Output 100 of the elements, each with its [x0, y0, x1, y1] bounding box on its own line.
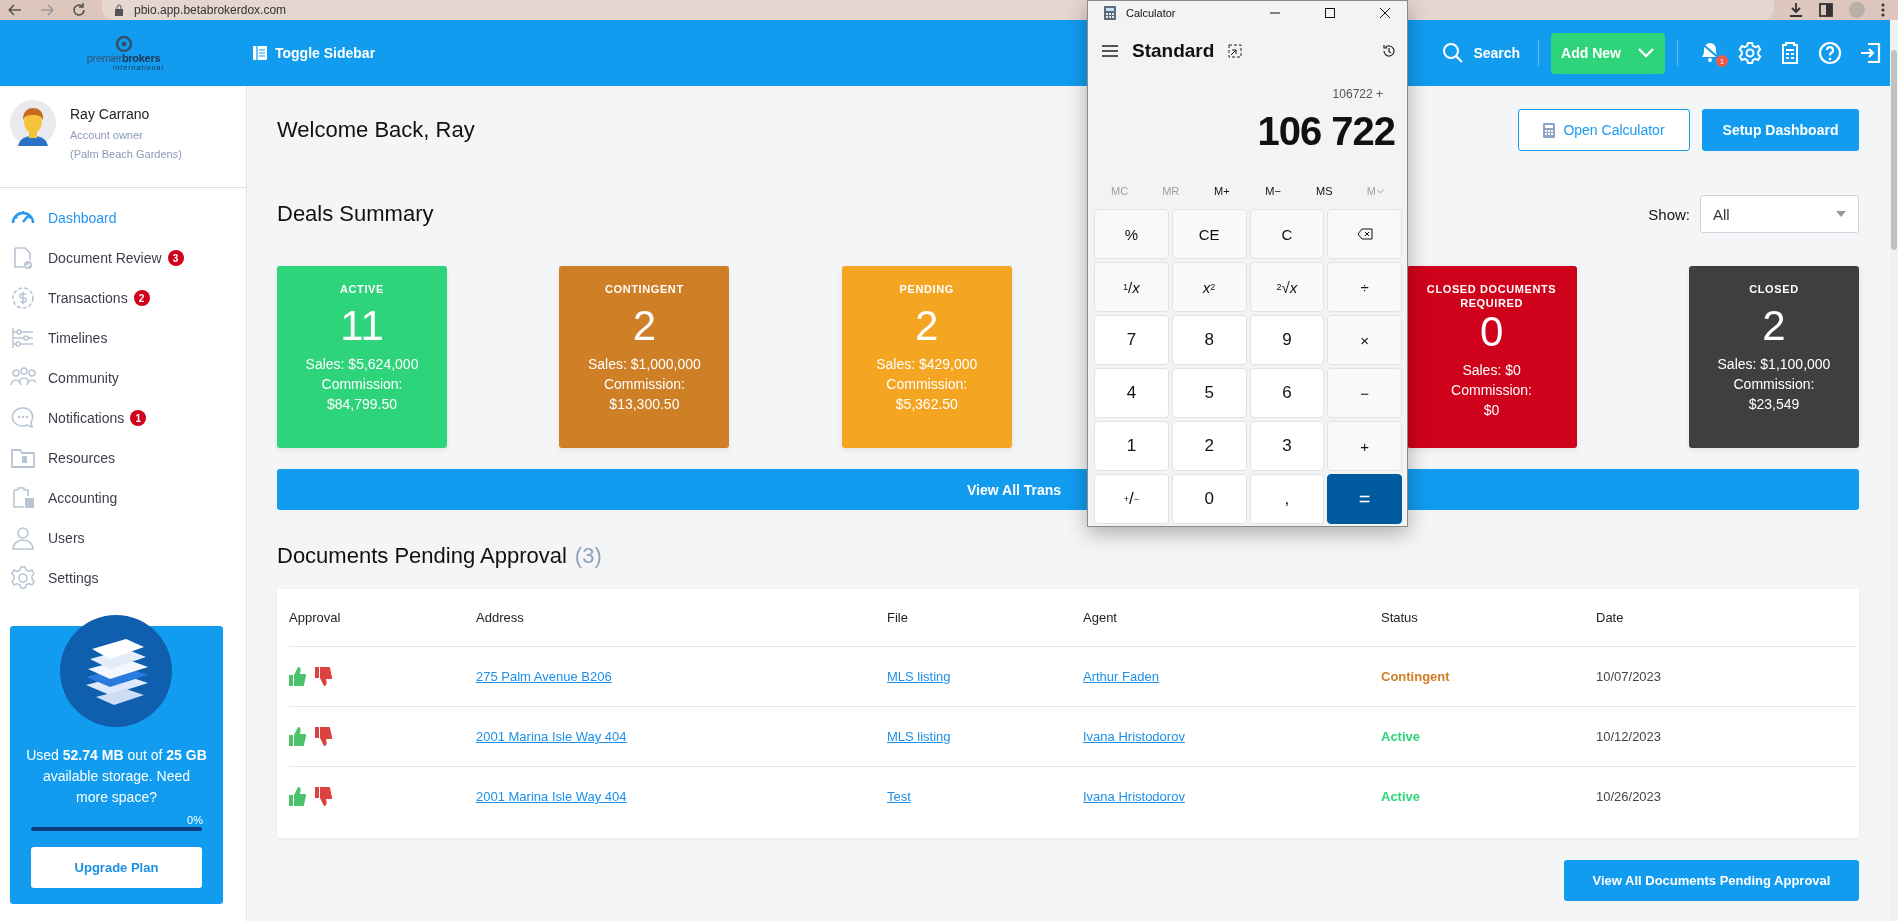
- calc-key[interactable]: CE: [1171, 209, 1247, 259]
- user-icon: [10, 525, 36, 551]
- calc-key[interactable]: −: [1327, 368, 1402, 418]
- calc-key[interactable]: C: [1249, 209, 1325, 259]
- file-link[interactable]: MLS listing: [887, 729, 951, 744]
- status-text: Contingent: [1381, 669, 1451, 684]
- thumbs-down-icon[interactable]: [315, 787, 332, 806]
- card-count: 2: [915, 301, 939, 351]
- calc-key[interactable]: 4: [1094, 368, 1169, 418]
- thumbs-up-icon[interactable]: [289, 727, 306, 746]
- backspace-icon: [1356, 228, 1373, 240]
- table-cell-text: 10/07/2023: [1596, 669, 1663, 684]
- chat-icon: [10, 405, 36, 431]
- menu-icon[interactable]: [1880, 2, 1886, 18]
- sidebar-item[interactable]: Transactions 2: [10, 285, 246, 311]
- address-link[interactable]: 275 Palm Avenue B206: [476, 669, 612, 684]
- memory-button[interactable]: M−: [1247, 175, 1299, 207]
- calc-key[interactable]: x$^{2}$: [1171, 262, 1247, 312]
- column-header: Address: [476, 610, 525, 625]
- file-link[interactable]: MLS listing: [887, 669, 951, 684]
- deal-card[interactable]: CLOSED 2 Sales: $1,100,000 Commission: $23,549: [1688, 266, 1859, 448]
- address-link[interactable]: 2001 Marina Isle Way 404: [476, 729, 627, 744]
- deal-card[interactable]: CLOSED DOCUMENTS REQUIRED 0 Sales: $0 Commission: $0: [1406, 266, 1577, 448]
- reload-icon[interactable]: [70, 1, 88, 19]
- memory-button[interactable]: M+: [1196, 175, 1248, 207]
- card-count: 11: [340, 301, 384, 351]
- show-select[interactable]: All: [1700, 195, 1859, 233]
- logo-icon: [113, 35, 134, 53]
- card-line: $23,549: [1748, 395, 1800, 414]
- calc-key[interactable]: ÷: [1327, 262, 1402, 312]
- column-header: File: [887, 610, 909, 625]
- download-icon[interactable]: [1788, 2, 1804, 18]
- calculator-icon: [1104, 6, 1116, 20]
- keep-on-top-button[interactable]: [1228, 44, 1243, 58]
- help-button[interactable]: [1818, 41, 1842, 65]
- calc-key[interactable]: 7: [1094, 315, 1169, 365]
- menu-button[interactable]: [1102, 45, 1118, 57]
- scrollbar-thumb[interactable]: [1891, 50, 1897, 250]
- calc-key[interactable]: 8: [1171, 315, 1247, 365]
- history-button[interactable]: [1381, 43, 1397, 59]
- help-icon: [1818, 41, 1842, 65]
- keep-on-top-icon: [1228, 44, 1243, 58]
- status-text: Active: [1381, 789, 1422, 804]
- calc-key[interactable]: 9: [1249, 315, 1325, 365]
- storage-text: Used 52.74 MB out of 25 GB available storage. Need more space?: [25, 746, 208, 807]
- calc-key[interactable]: %: [1094, 209, 1169, 259]
- calc-key[interactable]: +: [1327, 421, 1402, 471]
- panel-icon[interactable]: [1818, 2, 1834, 18]
- count-badge: 1: [130, 410, 147, 426]
- sidebar-item[interactable]: Document Review 3: [10, 245, 246, 271]
- mode-title: Standard: [1132, 40, 1215, 62]
- card-line: Commission:: [603, 375, 685, 394]
- sidebar-item[interactable]: Users: [10, 525, 246, 551]
- thumbs-up-icon[interactable]: [289, 667, 306, 686]
- sidebar-item[interactable]: Notifications 1: [10, 405, 246, 431]
- thumbs-down-icon[interactable]: [315, 667, 332, 686]
- sidebar-item[interactable]: Resources: [10, 445, 246, 471]
- thumbs-up-icon[interactable]: [289, 787, 306, 806]
- card-title: CLOSED: [1748, 282, 1800, 296]
- calc-key[interactable]: $^{2}$√x: [1249, 262, 1325, 312]
- chevron-down-icon: [1637, 47, 1655, 59]
- card-title: CONTINGENT: [604, 282, 685, 296]
- address-link[interactable]: 2001 Marina Isle Way 404: [476, 789, 627, 804]
- sidebar-item[interactable]: Accounting: [10, 485, 246, 511]
- card-count: 2: [1762, 301, 1786, 351]
- calc-key[interactable]: 0: [1171, 474, 1247, 524]
- calc-key[interactable]: =: [1327, 474, 1402, 524]
- sidebar-item[interactable]: Settings: [10, 565, 246, 591]
- card-title: CLOSED DOCUMENTS REQUIRED: [1425, 282, 1558, 310]
- calc-key[interactable]: $^{1}$/x: [1094, 262, 1169, 312]
- settings-icon: [10, 565, 36, 591]
- backspace-button[interactable]: [1327, 209, 1402, 259]
- agent-link[interactable]: Ivana Hristodorov: [1083, 789, 1185, 804]
- card-line: Sales: $5,624,000: [305, 355, 419, 374]
- card-line: $5,362.50: [895, 395, 958, 414]
- memory-button[interactable]: MS: [1298, 175, 1350, 207]
- calc-key[interactable]: ×: [1327, 315, 1402, 365]
- sidebar-item[interactable]: Community: [10, 365, 246, 391]
- caret-icon: [1836, 211, 1846, 217]
- agent-link[interactable]: Ivana Hristodorov: [1083, 729, 1185, 744]
- calc-key[interactable]: 6: [1249, 368, 1325, 418]
- section-heading: Documents Pending Approval: [277, 543, 567, 569]
- logout-button[interactable]: [1858, 41, 1882, 65]
- dollar-icon: [10, 285, 36, 311]
- result-display: 106 722: [1256, 108, 1396, 155]
- calc-key[interactable]: ,: [1249, 474, 1325, 524]
- calc-key[interactable]: 3: [1249, 421, 1325, 471]
- calc-key[interactable]: 1: [1094, 421, 1169, 471]
- calc-key[interactable]: 2: [1171, 421, 1247, 471]
- search-icon: [1442, 42, 1465, 64]
- calc-key[interactable]: 5: [1171, 368, 1247, 418]
- close-icon: [1379, 8, 1390, 18]
- agent-link[interactable]: Arthur Faden: [1083, 669, 1159, 684]
- settings-button[interactable]: [1738, 41, 1762, 65]
- sidebar-item[interactable]: Timelines: [10, 325, 246, 351]
- show-label: Show:: [1648, 205, 1690, 223]
- logo-text: premier: [86, 53, 122, 64]
- thumbs-down-icon[interactable]: [315, 727, 332, 746]
- window-title: Calculator: [1126, 7, 1176, 19]
- menu-icon: [1102, 45, 1118, 57]
